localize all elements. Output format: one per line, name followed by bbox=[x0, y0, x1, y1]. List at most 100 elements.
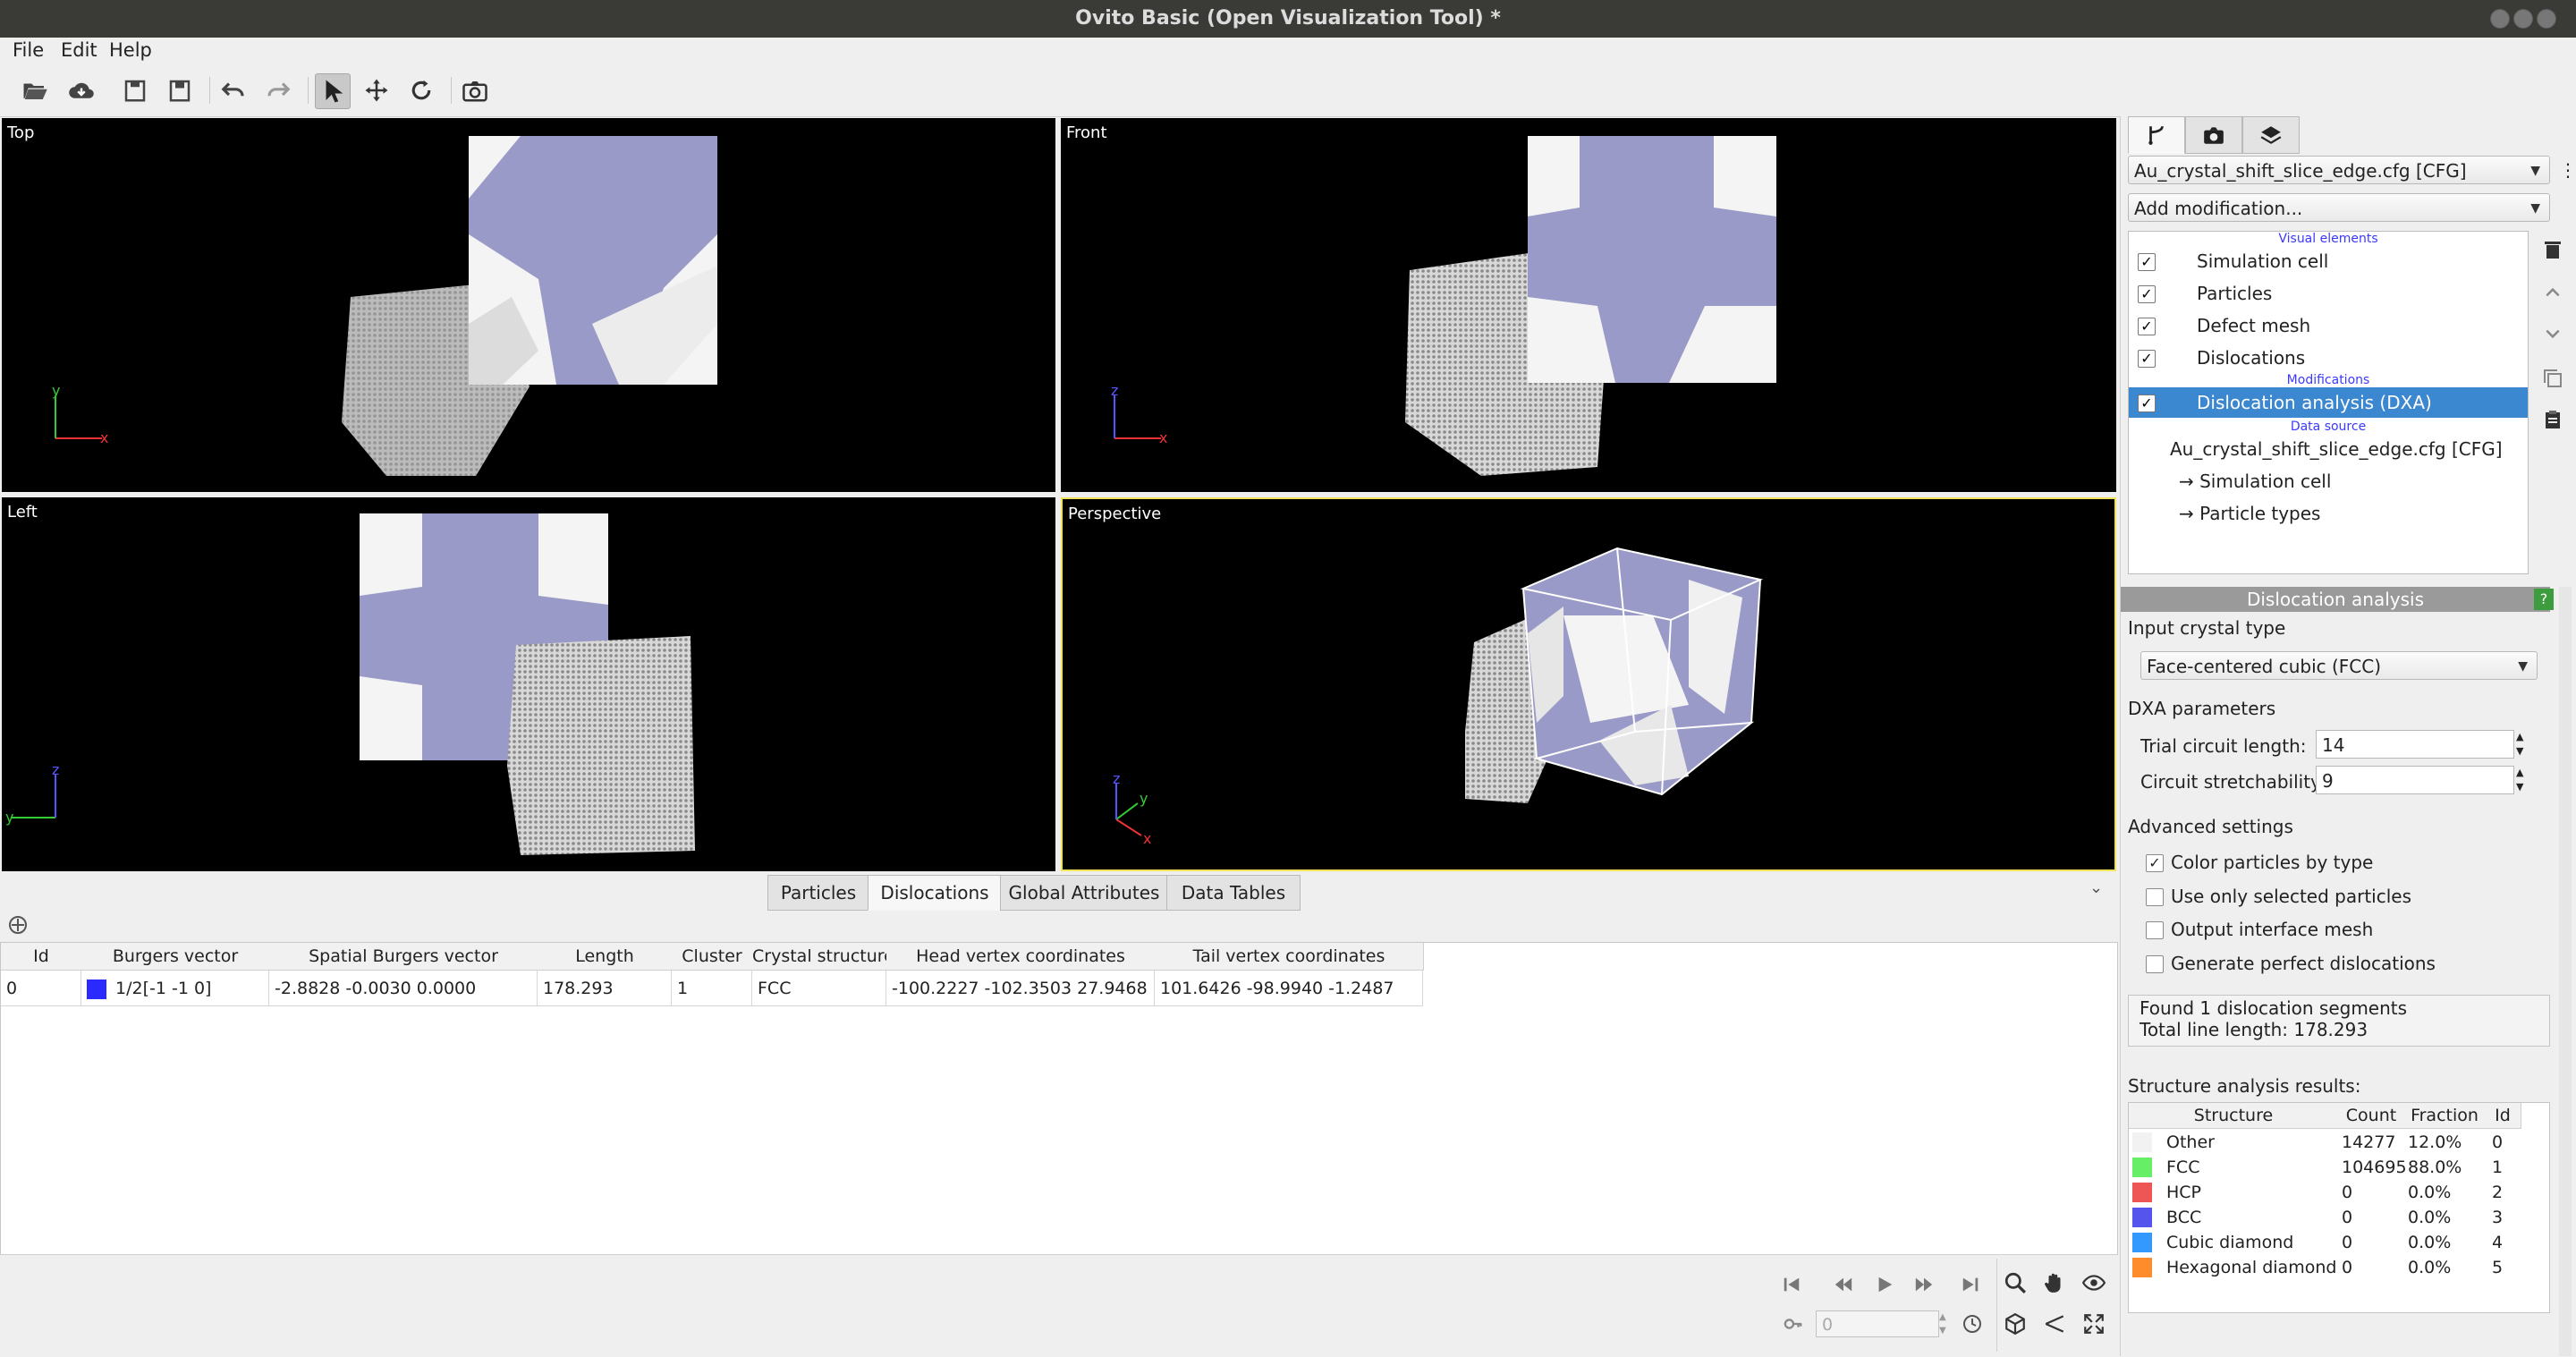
column-header[interactable]: Spatial Burgers vector bbox=[269, 943, 538, 971]
undo-icon[interactable] bbox=[216, 73, 250, 107]
column-header[interactable]: Id bbox=[1, 943, 82, 971]
trial-spinner-arrows[interactable]: ▲ ▼ bbox=[2516, 730, 2523, 759]
tab-particles[interactable]: Particles bbox=[767, 875, 869, 911]
cell-cluster[interactable]: 1 bbox=[672, 971, 752, 1006]
move-mode-icon[interactable] bbox=[360, 73, 394, 107]
add-modification-dropdown[interactable]: Add modification... ▼ bbox=[2128, 193, 2550, 222]
structure-row[interactable]: Hexagonal diamond 0 0.0% 5 bbox=[2129, 1255, 2549, 1280]
play-icon[interactable] bbox=[1869, 1269, 1900, 1300]
cell-crystal-structure[interactable]: FCC bbox=[752, 971, 886, 1006]
move-down-icon[interactable] bbox=[2538, 318, 2568, 349]
pan-icon[interactable] bbox=[2039, 1268, 2070, 1298]
viewport-perspective[interactable]: Perspective x y z bbox=[1061, 497, 2116, 871]
column-header[interactable]: Length bbox=[538, 943, 673, 971]
menu-edit[interactable]: Edit bbox=[61, 39, 97, 61]
previous-frame-icon[interactable] bbox=[1828, 1269, 1859, 1300]
checkbox[interactable]: ✓ bbox=[2138, 350, 2156, 368]
perfect-dislocations-checkbox[interactable] bbox=[2146, 955, 2164, 973]
cell-spatial-burgers[interactable]: -2.8828 -0.0030 0.0000 bbox=[269, 971, 538, 1006]
jump-to-start-icon[interactable] bbox=[1776, 1269, 1807, 1300]
redo-icon[interactable] bbox=[261, 73, 295, 107]
pipeline-item-particles[interactable]: ✓ Particles bbox=[2129, 278, 2528, 309]
pipeline-item-dislocations[interactable]: ✓ Dislocations bbox=[2129, 343, 2528, 373]
stretch-spinner-arrows[interactable]: ▲ ▼ bbox=[2516, 766, 2523, 794]
checkbox[interactable]: ✓ bbox=[2138, 285, 2156, 303]
key-icon[interactable] bbox=[1778, 1309, 1809, 1339]
close-button[interactable] bbox=[2537, 9, 2556, 29]
pipeline-item-data-source[interactable]: Au_crystal_shift_slice_edge.cfg [CFG] bbox=[2129, 434, 2528, 464]
cell-tail-vertex[interactable]: 101.6426 -98.9940 -1.2487 bbox=[1155, 971, 1423, 1006]
zoom-icon[interactable] bbox=[2000, 1268, 2030, 1298]
checkbox[interactable]: ✓ bbox=[2138, 394, 2156, 412]
tab-render[interactable] bbox=[2185, 116, 2242, 154]
pipeline-item-simulation-cell[interactable]: ✓ Simulation cell bbox=[2129, 246, 2528, 276]
pipeline-item-source-particle-types[interactable]: → Particle types bbox=[2129, 498, 2528, 529]
pipeline-item-dxa-modifier[interactable]: ✓ Dislocation analysis (DXA) bbox=[2129, 387, 2528, 418]
structure-row[interactable]: FCC 104695 88.0% 1 bbox=[2129, 1155, 2549, 1180]
orbit-eye-icon[interactable] bbox=[2079, 1268, 2109, 1298]
crosshair-icon[interactable] bbox=[7, 914, 29, 936]
pipeline-item-source-simulation-cell[interactable]: → Simulation cell bbox=[2129, 466, 2528, 496]
camera-icon[interactable] bbox=[458, 73, 492, 107]
zoom-scene-extents-icon[interactable] bbox=[2000, 1309, 2030, 1339]
cell-id[interactable]: 0 bbox=[1, 971, 81, 1006]
tab-data-tables[interactable]: Data Tables bbox=[1166, 875, 1301, 911]
viewport-top[interactable]: Top x y bbox=[2, 118, 1055, 492]
color-by-type-checkbox[interactable]: ✓ bbox=[2146, 854, 2164, 872]
column-header[interactable]: Id bbox=[2485, 1103, 2521, 1129]
next-frame-icon[interactable] bbox=[1909, 1269, 1939, 1300]
copy-icon[interactable] bbox=[2538, 363, 2568, 394]
trial-circuit-input[interactable]: 14 bbox=[2316, 730, 2514, 759]
delete-icon[interactable] bbox=[2538, 234, 2568, 265]
clipboard-icon[interactable] bbox=[2538, 404, 2568, 435]
interface-mesh-checkbox[interactable] bbox=[2146, 921, 2164, 939]
structure-row[interactable]: BCC 0 0.0% 3 bbox=[2129, 1205, 2549, 1230]
column-header[interactable]: Count bbox=[2338, 1103, 2405, 1129]
jump-to-end-icon[interactable] bbox=[1955, 1269, 1986, 1300]
minimize-button[interactable] bbox=[2490, 9, 2510, 29]
animation-settings-icon[interactable] bbox=[1957, 1309, 1987, 1339]
pipeline-item-defect-mesh[interactable]: ✓ Defect mesh bbox=[2129, 310, 2528, 341]
structure-row[interactable]: Other 14277 12.0% 0 bbox=[2129, 1130, 2549, 1155]
column-header[interactable]: Tail vertex coordinates bbox=[1155, 943, 1424, 971]
tab-dislocations[interactable]: Dislocations bbox=[868, 875, 1002, 911]
maximize-viewport-icon[interactable] bbox=[2079, 1309, 2109, 1339]
only-selected-checkbox[interactable] bbox=[2146, 888, 2164, 906]
structure-row[interactable]: HCP 0 0.0% 2 bbox=[2129, 1180, 2549, 1205]
frame-spinner-arrows[interactable]: ▲ ▼ bbox=[1939, 1310, 1952, 1337]
frame-spinner[interactable]: 0 bbox=[1816, 1310, 1939, 1337]
viewport-left[interactable]: Left y z bbox=[2, 497, 1055, 871]
cell-length[interactable]: 178.293 bbox=[538, 971, 672, 1006]
load-remote-icon[interactable] bbox=[64, 73, 98, 107]
tab-pipeline[interactable] bbox=[2128, 116, 2185, 154]
stretchability-input[interactable]: 9 bbox=[2316, 766, 2514, 794]
open-file-icon[interactable] bbox=[18, 73, 52, 107]
tab-overlays[interactable] bbox=[2242, 116, 2300, 154]
crystal-type-dropdown[interactable]: Face-centered cubic (FCC) ▼ bbox=[2140, 651, 2538, 680]
menu-help[interactable]: Help bbox=[109, 39, 152, 61]
column-header[interactable]: Structure bbox=[2129, 1103, 2339, 1129]
move-up-icon[interactable] bbox=[2538, 277, 2568, 308]
checkbox[interactable]: ✓ bbox=[2138, 318, 2156, 335]
help-icon[interactable]: ? bbox=[2534, 589, 2554, 610]
pipeline-selector[interactable]: Au_crystal_shift_slice_edge.cfg [CFG] ▼ bbox=[2128, 156, 2550, 184]
rotate-mode-icon[interactable] bbox=[404, 73, 438, 107]
tab-global-attributes[interactable]: Global Attributes bbox=[1000, 875, 1168, 911]
collapse-chevron-icon[interactable]: ⌄ bbox=[2089, 878, 2103, 897]
panel-scrollbar[interactable] bbox=[2559, 587, 2572, 1356]
checkbox[interactable]: ✓ bbox=[2138, 253, 2156, 271]
cell-burgers-vector[interactable]: 1/2[-1 -1 0] bbox=[81, 971, 269, 1006]
load-session-icon[interactable] bbox=[118, 73, 152, 107]
pipeline-menu-icon[interactable]: ⋮ bbox=[2559, 159, 2576, 181]
column-header[interactable]: Fraction bbox=[2404, 1103, 2486, 1129]
selection-mode-icon[interactable] bbox=[315, 73, 351, 109]
column-header[interactable]: Crystal structure bbox=[752, 943, 887, 971]
maximize-button[interactable] bbox=[2513, 9, 2533, 29]
column-header[interactable]: Burgers vector bbox=[81, 943, 270, 971]
fov-icon[interactable] bbox=[2039, 1309, 2070, 1339]
viewport-front[interactable]: Front x z bbox=[1061, 118, 2116, 492]
column-header[interactable]: Cluster bbox=[672, 943, 753, 971]
column-header[interactable]: Head vertex coordinates bbox=[886, 943, 1156, 971]
save-session-icon[interactable] bbox=[163, 73, 197, 107]
structure-row[interactable]: Cubic diamond 0 0.0% 4 bbox=[2129, 1230, 2549, 1255]
